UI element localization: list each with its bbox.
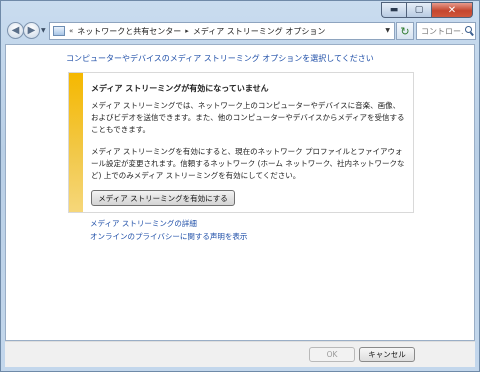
back-arrow-icon: ◀: [11, 25, 20, 36]
control-panel-icon: [53, 26, 65, 36]
forward-button[interactable]: ▶: [23, 22, 40, 39]
panel-warning-text: メディア ストリーミングを有効にすると、現在のネットワーク プロファイルとファイ…: [91, 147, 405, 180]
breadcrumb-separator-icon[interactable]: ▸: [185, 27, 189, 35]
minimize-button[interactable]: ▬: [381, 2, 406, 18]
streaming-details-link[interactable]: メディア ストリーミングの詳細: [90, 218, 197, 229]
minimize-icon: ▬: [389, 5, 399, 15]
close-button[interactable]: ✕: [431, 2, 473, 18]
navigation-bar: ◀ ▶ ▼ « ネットワークと共有センター ▸ メディア ストリーミング オプシ…: [5, 20, 476, 42]
breadcrumb-overflow[interactable]: «: [69, 27, 73, 35]
warning-accent-bar: [69, 73, 83, 212]
panel-description: メディア ストリーミングでは、ネットワーク上のコンピューターやデバイスに音楽、画…: [91, 101, 405, 134]
caption-buttons: ▬ ▢ ✕: [381, 2, 473, 18]
ok-button[interactable]: OK: [309, 347, 355, 362]
privacy-statement-link[interactable]: オンラインのプライバシーに関する声明を表示: [90, 231, 247, 242]
maximize-button[interactable]: ▢: [406, 2, 431, 18]
panel-title: メディア ストリーミングが有効になっていません: [91, 84, 269, 93]
enable-streaming-button[interactable]: メディア ストリーミングを有効にする: [91, 190, 235, 206]
content-area: コンピューターやデバイスのメディア ストリーミング オプションを選択してください…: [5, 44, 475, 341]
dialog-footer: OK キャンセル: [5, 341, 475, 367]
refresh-icon: ↻: [400, 24, 410, 38]
address-bar[interactable]: « ネットワークと共有センター ▸ メディア ストリーミング オプション ▼: [49, 22, 395, 40]
address-dropdown-icon[interactable]: ▼: [385, 27, 390, 34]
breadcrumb-media-streaming[interactable]: メディア ストリーミング オプション: [193, 26, 326, 37]
recent-pages-dropdown[interactable]: ▼: [41, 27, 46, 34]
streaming-disabled-panel: メディア ストリーミングが有効になっていません メディア ストリーミングでは、ネ…: [68, 72, 414, 213]
search-icon[interactable]: [465, 26, 472, 33]
forward-arrow-icon: ▶: [27, 25, 36, 36]
search-box[interactable]: コントロー...: [416, 22, 476, 40]
control-panel-window: ▬ ▢ ✕ ◀ ▶ ▼ « ネットワークと共有センター ▸ メディア ストリーミ…: [0, 0, 480, 372]
close-icon: ✕: [447, 4, 457, 16]
refresh-button[interactable]: ↻: [396, 22, 414, 40]
maximize-icon: ▢: [414, 5, 424, 15]
cancel-button[interactable]: キャンセル: [359, 347, 415, 362]
breadcrumb-network-center[interactable]: ネットワークと共有センター: [77, 26, 181, 37]
search-input[interactable]: コントロー...: [421, 26, 463, 37]
page-intro: コンピューターやデバイスのメディア ストリーミング オプションを選択してください: [66, 54, 374, 63]
back-button[interactable]: ◀: [7, 22, 24, 39]
